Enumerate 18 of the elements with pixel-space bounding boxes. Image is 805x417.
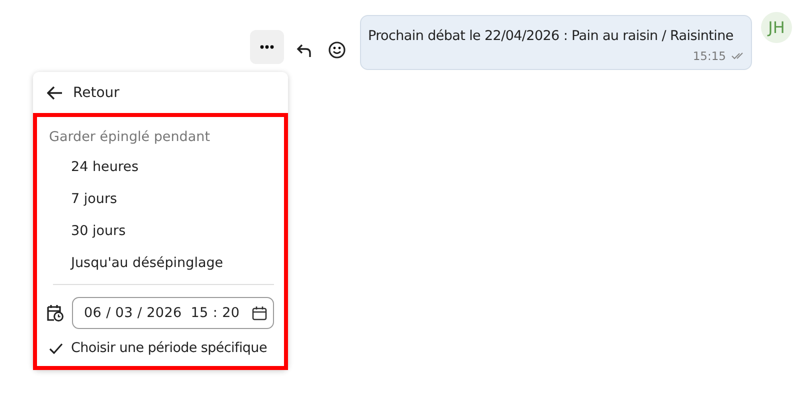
double-check-icon — [731, 52, 744, 60]
message-text: Prochain débat le 22/04/2026 : Pain au raisin / Raisintine — [368, 28, 734, 44]
menu-item[interactable]: 24 heures — [49, 151, 274, 183]
calendar-icon[interactable] — [252, 306, 267, 320]
menu-item[interactable]: Jusqu'au désépinglage — [49, 247, 274, 279]
back-arrow-icon — [47, 86, 63, 100]
message-time: 15:15 — [692, 49, 726, 63]
date-time-field[interactable]: 06 / 03 / 2026 15 : 20 — [72, 297, 274, 329]
more-icon — [260, 45, 274, 49]
smiley-icon[interactable] — [328, 41, 346, 59]
menu-item[interactable]: 30 jours — [49, 215, 274, 247]
custom-period-item[interactable]: Choisir une période spécifique — [49, 329, 274, 360]
more-button[interactable] — [250, 30, 284, 64]
menu-item[interactable]: 7 jours — [49, 183, 274, 215]
section-heading: Garder épinglé pendant — [49, 129, 211, 145]
avatar: JH — [761, 12, 792, 43]
calendar-clock-icon — [46, 304, 64, 322]
back-button[interactable]: Retour — [33, 72, 288, 113]
